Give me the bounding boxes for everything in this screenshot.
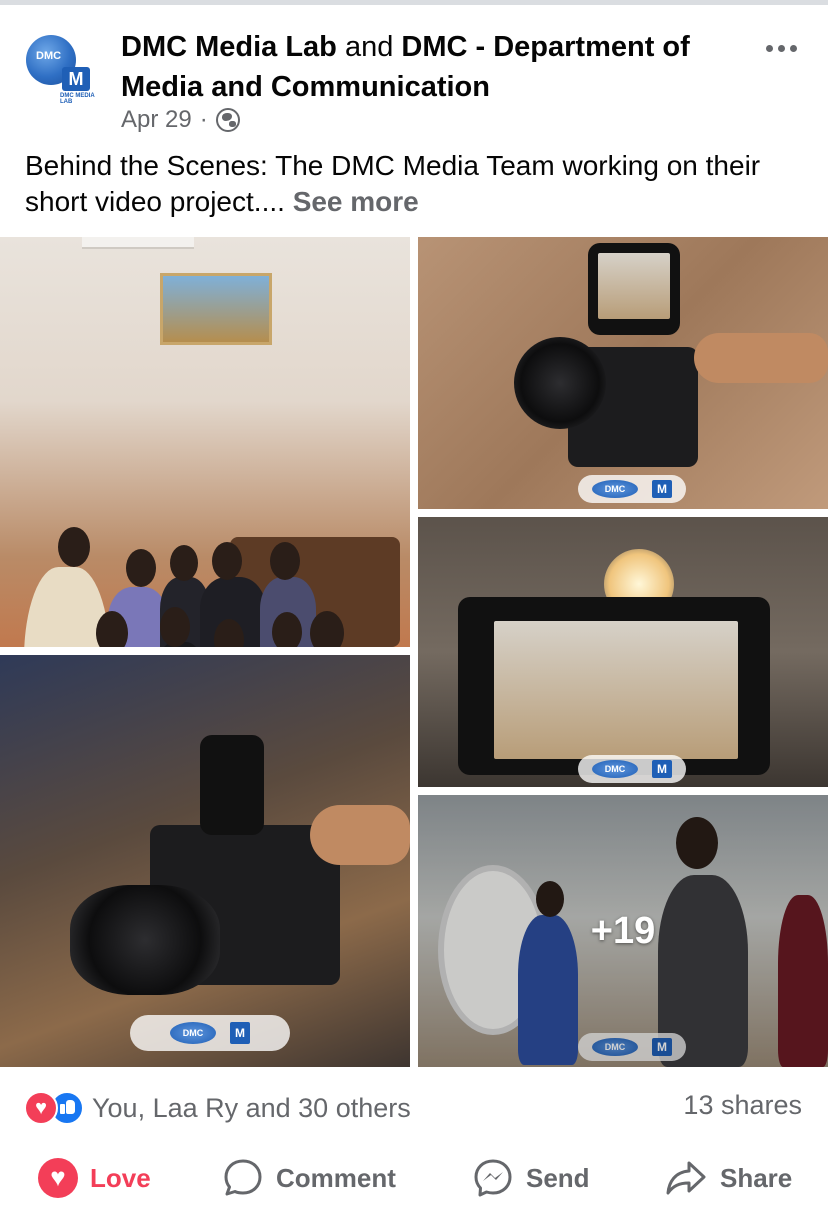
- photo-monitor[interactable]: DMC M: [418, 517, 828, 787]
- share-icon: [666, 1161, 706, 1195]
- reaction-summary[interactable]: You, Laa Ry and 30 others: [24, 1088, 411, 1128]
- post-author: DMC Media Lab and DMC - Department of Me…: [121, 27, 741, 107]
- post-meta: Apr 29 ·: [121, 106, 240, 134]
- watermark: DMC M: [578, 755, 686, 783]
- author-joiner: and: [344, 31, 394, 63]
- page-avatar[interactable]: DMC M DMC MEDIA LAB: [26, 33, 96, 105]
- meta-separator: ·: [199, 106, 208, 133]
- comment-label: Comment: [276, 1162, 396, 1193]
- send-button[interactable]: Send: [472, 1148, 590, 1208]
- messenger-icon: [474, 1159, 512, 1197]
- share-button[interactable]: Share: [664, 1148, 792, 1208]
- camera-lens: [514, 337, 606, 429]
- share-label: Share: [720, 1162, 793, 1193]
- globe-icon: [215, 108, 240, 132]
- hand: [310, 805, 410, 865]
- hand: [694, 333, 828, 383]
- monitor-screen: [494, 621, 738, 759]
- more-photos-count: +19: [590, 909, 656, 952]
- photo-crew[interactable]: DMC M +19: [418, 795, 828, 1067]
- wall-painting: [160, 273, 272, 345]
- watermark: DMC M: [130, 1015, 290, 1051]
- action-bar: Love Comment Send Share: [0, 1148, 828, 1208]
- air-conditioner: [82, 237, 194, 249]
- more-options-icon[interactable]: [766, 41, 802, 55]
- camera-lens: [70, 885, 220, 995]
- photo-group[interactable]: DMCM: [0, 237, 410, 647]
- comment-icon: [224, 1159, 262, 1196]
- send-label: Send: [526, 1162, 590, 1193]
- photo-camera-rig[interactable]: DMC M: [0, 655, 410, 1067]
- reaction-summary-text: You, Laa Ry and 30 others: [92, 1092, 411, 1123]
- love-button[interactable]: Love: [38, 1148, 151, 1208]
- watermark: DMC M: [578, 475, 686, 503]
- love-label: Love: [90, 1162, 151, 1193]
- comment-button[interactable]: Comment: [222, 1148, 396, 1208]
- author-primary-link[interactable]: DMC Media Lab: [121, 31, 337, 63]
- love-icon: [38, 1158, 78, 1198]
- see-more-link[interactable]: See more: [293, 186, 419, 217]
- photo-camera-closeup[interactable]: DMC M: [418, 237, 828, 509]
- post-date[interactable]: Apr 29: [121, 106, 192, 134]
- love-reaction-icon: [24, 1091, 58, 1125]
- more-photos-overlay[interactable]: +19: [418, 795, 828, 1067]
- post-header: DMC M DMC MEDIA LAB DMC Media Lab and DM…: [0, 5, 828, 145]
- post-caption: Behind the Scenes: The DMC Media Team wo…: [25, 148, 805, 220]
- shares-count[interactable]: 13 shares: [683, 1090, 802, 1121]
- media-lab-logo: M DMC MEDIA LAB: [60, 67, 95, 105]
